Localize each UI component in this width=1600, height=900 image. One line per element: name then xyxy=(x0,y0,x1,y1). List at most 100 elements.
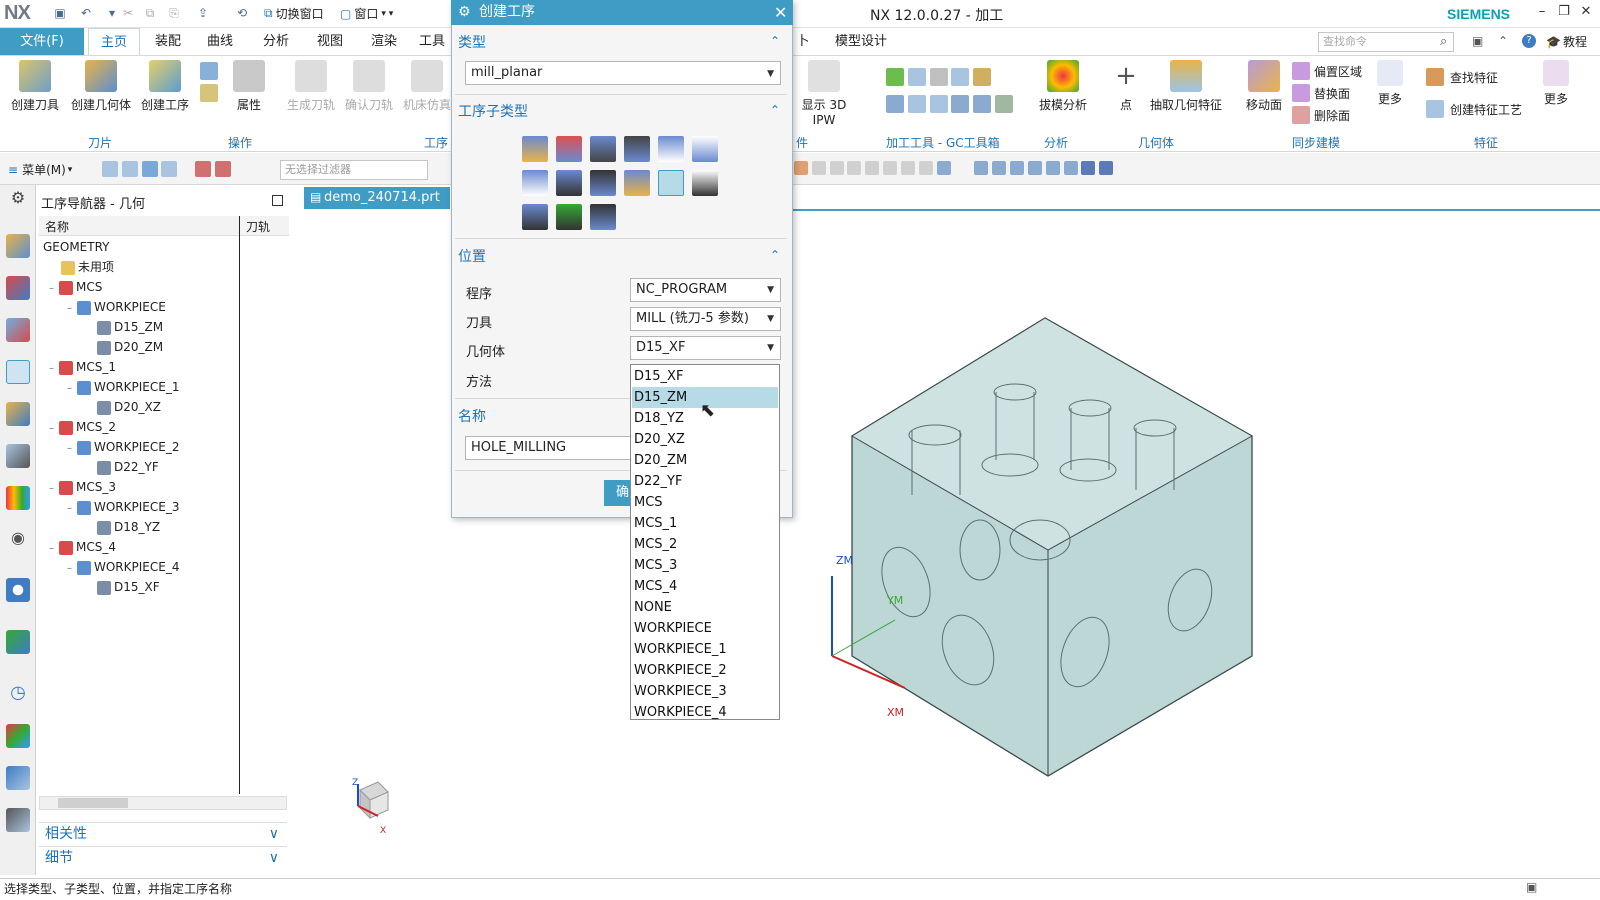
rail-library-icon[interactable] xyxy=(6,486,30,510)
scrollbar-thumb[interactable] xyxy=(58,798,128,808)
dropdown-option[interactable]: NONE xyxy=(632,597,778,618)
ribbon-layout-icon[interactable]: ▣ xyxy=(1472,34,1483,48)
tool-icon-10[interactable] xyxy=(973,95,992,113)
subtype-hole-milling-icon[interactable] xyxy=(658,170,684,196)
rail-operation-navigator-icon[interactable] xyxy=(6,360,30,384)
tree-expander-icon[interactable]: – xyxy=(49,419,59,439)
undo-icon[interactable]: ↶ xyxy=(78,5,94,21)
maximize-panel-icon[interactable] xyxy=(272,195,283,206)
tool-icon-4[interactable] xyxy=(951,68,970,86)
tree-expander-icon[interactable]: – xyxy=(49,279,59,299)
dependency-panel[interactable]: 相关性 ∨ xyxy=(39,822,287,844)
snap-icon-5[interactable] xyxy=(865,161,880,175)
tree-expander-icon[interactable]: – xyxy=(67,439,77,459)
replace-face-button[interactable]: 替换面 xyxy=(1292,84,1350,102)
tab-assembly[interactable]: 装配 xyxy=(144,28,192,55)
snap-icon-8[interactable] xyxy=(918,161,933,175)
dropdown-option[interactable]: MCS_3 xyxy=(632,555,778,576)
tree-expander-icon[interactable]: – xyxy=(67,559,77,579)
operation-name-input[interactable]: HOLE_MILLING xyxy=(465,436,635,460)
info-icon[interactable] xyxy=(6,578,30,602)
subtype-cleanup-corners-icon[interactable] xyxy=(522,170,548,196)
dropdown-option[interactable]: D20_ZM xyxy=(632,450,778,471)
tab-view[interactable]: 视图 xyxy=(306,28,354,55)
tree-node[interactable]: – MCS xyxy=(49,277,102,297)
clock-icon[interactable]: ◷ xyxy=(6,682,30,706)
tool-icon-9[interactable] xyxy=(951,95,970,113)
column-toolpath-header[interactable]: 刀轨 xyxy=(246,218,270,235)
machine-simulation-button[interactable]: 机床仿真 xyxy=(402,60,452,113)
rail-constraint-icon[interactable] xyxy=(6,276,30,300)
tree-node[interactable]: D15_XF xyxy=(97,577,160,597)
repeat-command-icon[interactable]: ⇪ xyxy=(195,5,211,21)
extract-geometry-button[interactable]: 抽取几何特征 xyxy=(1148,60,1224,113)
snap-icon-4[interactable] xyxy=(847,161,862,175)
settings-gear-icon[interactable]: ⚙ xyxy=(6,188,30,212)
toolbar-icon-3[interactable] xyxy=(141,161,158,177)
dropdown-option[interactable]: D20_XZ xyxy=(632,429,778,450)
more-feature-button[interactable]: 更多 xyxy=(1538,60,1574,107)
subtype-planar-text-icon[interactable] xyxy=(522,204,548,230)
snap-icon-3[interactable] xyxy=(829,161,844,175)
tree-node[interactable]: – MCS_4 xyxy=(49,537,116,557)
point-button[interactable]: + 点 xyxy=(1108,60,1144,113)
subtype-section-title[interactable]: 工序子类型 xyxy=(458,101,528,121)
tool-icon-11[interactable] xyxy=(995,95,1014,113)
generate-toolpath-button[interactable]: 生成刀轨 xyxy=(286,60,336,113)
dialog-close-button[interactable]: ✕ xyxy=(774,3,787,22)
tab-home[interactable]: 主页 xyxy=(88,28,140,55)
tree-expander-icon[interactable]: – xyxy=(67,379,77,399)
create-geometry-button[interactable]: 创建几何体 xyxy=(70,60,132,113)
view-icon-5[interactable] xyxy=(1027,161,1042,175)
verify-toolpath-button[interactable]: 确认刀轨 xyxy=(344,60,394,113)
restore-button[interactable]: ❐ xyxy=(1554,4,1574,19)
check-icon[interactable] xyxy=(886,68,904,86)
tool-icon-3[interactable] xyxy=(929,68,948,86)
dialog-settings-icon[interactable]: ⚙ xyxy=(458,4,471,20)
dropdown-option[interactable]: WORKPIECE xyxy=(632,618,778,639)
type-section-title[interactable]: 类型 xyxy=(458,32,486,52)
more-sync-button[interactable]: 更多 xyxy=(1372,60,1408,107)
tab-curve[interactable]: 曲线 xyxy=(196,28,244,55)
copy-icon[interactable]: ⧉ xyxy=(142,5,158,21)
close-window-button[interactable]: ✕ xyxy=(1576,4,1596,19)
small-list-icon[interactable] xyxy=(200,84,218,105)
tree-expander-icon[interactable]: – xyxy=(49,539,59,559)
search-icon[interactable]: ⌕ xyxy=(1440,34,1447,49)
view-icon-6[interactable] xyxy=(1045,161,1060,175)
subtype-groove-milling-icon[interactable] xyxy=(624,170,650,196)
rail-robot-icon[interactable] xyxy=(6,808,30,832)
rail-tool-icon[interactable] xyxy=(6,444,30,468)
cut-icon[interactable]: ✂ xyxy=(120,5,136,21)
toolbar-icon-5[interactable] xyxy=(195,161,212,177)
eye-icon[interactable]: ◉ xyxy=(6,528,30,552)
subtype-finish-floor-icon[interactable] xyxy=(590,170,616,196)
rail-part-icon[interactable] xyxy=(6,318,30,342)
minimize-button[interactable]: – xyxy=(1532,4,1552,19)
tree-node[interactable]: – WORKPIECE_4 xyxy=(67,557,179,577)
tutorial-button[interactable]: 🎓 教程 xyxy=(1546,33,1587,50)
dropdown-option[interactable]: WORKPIECE_4 xyxy=(632,702,778,723)
snap-icon-1[interactable] xyxy=(794,161,808,175)
tab-render[interactable]: 渲染 xyxy=(360,28,408,55)
tree-expander-icon[interactable]: – xyxy=(49,359,59,379)
tree-node[interactable]: – MCS_3 xyxy=(49,477,116,497)
dropdown-option[interactable]: WORKPIECE_2 xyxy=(632,660,778,681)
dropdown-option[interactable]: MCS_2 xyxy=(632,534,778,555)
view-icon-9[interactable] xyxy=(1099,161,1114,175)
tool-icon-6[interactable] xyxy=(886,95,904,113)
dropdown-option[interactable]: WORKPIECE_3 xyxy=(632,681,778,702)
menu-button[interactable]: ≡ 菜单(M) ▾ xyxy=(8,161,72,178)
name-section-title[interactable]: 名称 xyxy=(458,406,486,426)
tool-icon-8[interactable] xyxy=(929,95,948,113)
subtype-planar-profile-icon[interactable] xyxy=(692,136,718,162)
tree-node[interactable]: – MCS_2 xyxy=(49,417,116,437)
subtype-mill-user-icon[interactable] xyxy=(590,204,616,230)
display-3d-ipw-button[interactable]: 显示 3D IPW xyxy=(794,60,854,127)
subtype-floor-wall-icon[interactable] xyxy=(522,136,548,162)
subtype-face-mill-icon[interactable] xyxy=(590,136,616,162)
subtype-mill-control-icon[interactable] xyxy=(556,204,582,230)
tree-node[interactable]: D15_ZM xyxy=(97,317,163,337)
toolbar-icon-2[interactable] xyxy=(121,161,138,177)
file-menu[interactable]: 文件(F) xyxy=(0,28,84,55)
